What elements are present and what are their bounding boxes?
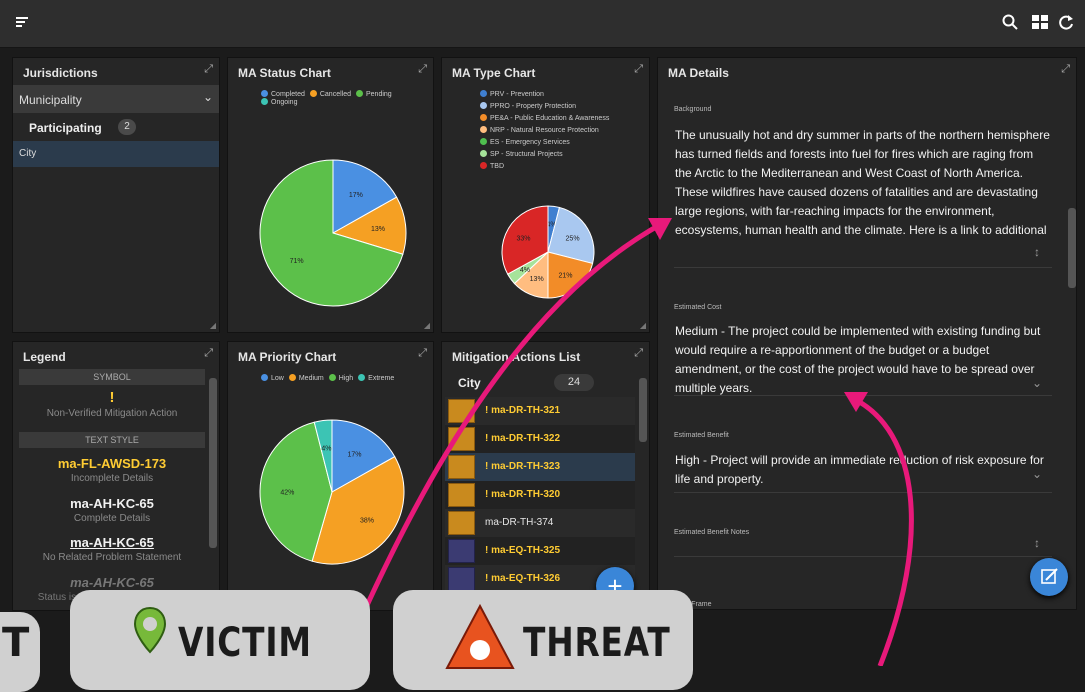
threat-label: THREAT [523, 620, 671, 666]
arrow-to-cost [850, 395, 914, 666]
overlay-badge-victim: VICTIM [70, 590, 370, 690]
warning-triangle-icon [445, 603, 515, 669]
arrow-head [844, 392, 868, 412]
victim-label: VICTIM [178, 620, 312, 666]
overlay-badge-threat: THREAT [393, 590, 693, 690]
overlay-badge-left: T [0, 612, 40, 692]
location-pin-icon [133, 606, 167, 654]
annotation-arrows [337, 218, 914, 666]
